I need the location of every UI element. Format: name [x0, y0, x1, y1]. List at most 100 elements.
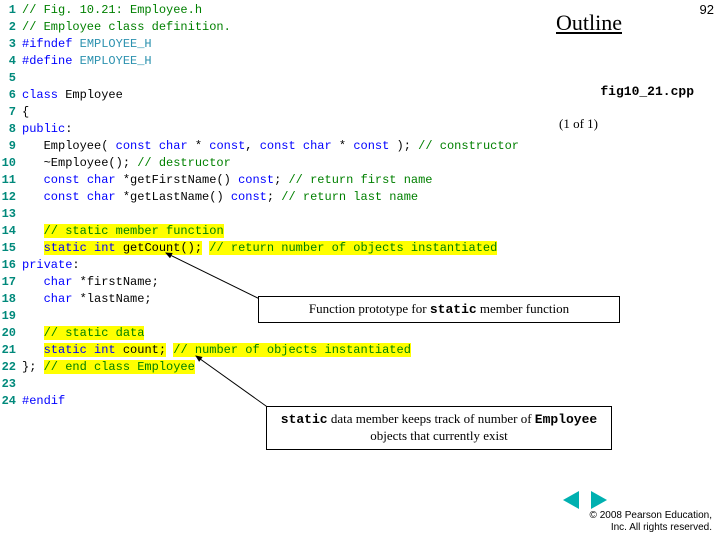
line-content: #define EMPLOYEE_H	[22, 53, 538, 70]
page-number: 92	[700, 2, 714, 17]
line-number: 16	[0, 257, 22, 274]
line-content	[22, 70, 538, 87]
line-content: // Fig. 10.21: Employee.h	[22, 2, 538, 19]
code-token: static	[44, 343, 87, 357]
line-number: 1	[0, 2, 22, 19]
line-content: static int getCount(); // return number …	[22, 240, 538, 257]
code-token: {	[22, 105, 29, 119]
code-line: 10 ~Employee(); // destructor	[0, 155, 538, 172]
line-content: {	[22, 104, 538, 121]
line-content	[22, 206, 538, 223]
code-token	[22, 377, 29, 391]
line-number: 19	[0, 308, 22, 325]
code-token: class	[22, 88, 58, 102]
prev-button[interactable]	[560, 490, 582, 510]
line-number: 10	[0, 155, 22, 172]
code-token: const	[231, 190, 267, 204]
callout2-code1: static	[281, 412, 328, 427]
code-token: getCount();	[116, 241, 202, 255]
line-number: 15	[0, 240, 22, 257]
line-number: 2	[0, 19, 22, 36]
line-number: 7	[0, 104, 22, 121]
code-token: #ifndef	[22, 37, 72, 51]
line-content: const char *getFirstName() const; // ret…	[22, 172, 538, 189]
line-content: #ifndef EMPLOYEE_H	[22, 36, 538, 53]
code-token	[22, 275, 44, 289]
code-line: 2// Employee class definition.	[0, 19, 538, 36]
code-token: EMPLOYEE_H	[80, 54, 152, 68]
line-content: static int count; // number of objects i…	[22, 342, 538, 359]
code-line: 23	[0, 376, 538, 393]
line-number: 24	[0, 393, 22, 410]
code-token: public	[22, 122, 65, 136]
code-line: 4#define EMPLOYEE_H	[0, 53, 538, 70]
code-line: 7{	[0, 104, 538, 121]
code-token: int	[94, 241, 116, 255]
triangle-right-icon	[591, 491, 607, 509]
line-content: // static member function	[22, 223, 538, 240]
line-number: 9	[0, 138, 22, 155]
code-token: const	[116, 139, 152, 153]
outline-title: Outline	[556, 10, 622, 36]
code-token: ;	[267, 190, 281, 204]
code-token	[22, 241, 44, 255]
code-line: 1// Fig. 10.21: Employee.h	[0, 2, 538, 19]
code-token: char	[87, 173, 116, 187]
slide: 1// Fig. 10.21: Employee.h2// Employee c…	[0, 0, 720, 540]
code-token: :	[65, 122, 72, 136]
code-token	[80, 190, 87, 204]
line-number: 23	[0, 376, 22, 393]
code-token: const	[353, 139, 389, 153]
code-token: // constructor	[418, 139, 519, 153]
footer-line1: © 2008 Pearson Education,	[590, 510, 712, 522]
code-token: #endif	[22, 394, 65, 408]
code-line: 16private:	[0, 257, 538, 274]
code-line: 5	[0, 70, 538, 87]
code-token: const	[238, 173, 274, 187]
line-content: char *firstName;	[22, 274, 538, 291]
code-line: 15 static int getCount(); // return numb…	[0, 240, 538, 257]
code-token: };	[22, 360, 44, 374]
code-token: *getLastName()	[116, 190, 231, 204]
code-token: count;	[116, 343, 166, 357]
code-token: *lastName;	[72, 292, 151, 306]
caption-filename: fig10_21.cpp	[600, 84, 694, 99]
line-content: const char *getLastName() const; // retu…	[22, 189, 538, 206]
code-token: static	[44, 241, 87, 255]
callout2-code2: Employee	[535, 412, 597, 427]
code-token: char	[303, 139, 332, 153]
code-token: // Fig. 10.21: Employee.h	[22, 3, 202, 17]
line-number: 3	[0, 36, 22, 53]
code-token: ,	[245, 139, 259, 153]
code-token	[296, 139, 303, 153]
code-line: 8public:	[0, 121, 538, 138]
code-token: const	[44, 190, 80, 204]
caption-part: (1 of 1)	[559, 116, 598, 132]
code-token: private	[22, 258, 72, 272]
line-number: 18	[0, 291, 22, 308]
line-number: 22	[0, 359, 22, 376]
code-token: );	[389, 139, 418, 153]
callout1-code: static	[430, 302, 477, 317]
code-line: 14 // static member function	[0, 223, 538, 240]
line-content: Employee( const char * const, const char…	[22, 138, 538, 155]
line-content: ~Employee(); // destructor	[22, 155, 538, 172]
code-line: 17 char *firstName;	[0, 274, 538, 291]
callout-static-data: static data member keeps track of number…	[266, 406, 612, 450]
code-token	[22, 224, 44, 238]
code-line: 9 Employee( const char * const, const ch…	[0, 138, 538, 155]
code-token: *getFirstName()	[116, 173, 238, 187]
code-token: *	[188, 139, 210, 153]
code-token: // return last name	[281, 190, 418, 204]
callout-static-function: Function prototype for static member fun…	[258, 296, 620, 323]
code-token	[152, 139, 159, 153]
code-line: 11 const char *getFirstName() const; // …	[0, 172, 538, 189]
next-button[interactable]	[588, 490, 610, 510]
code-token	[22, 173, 44, 187]
code-token	[80, 173, 87, 187]
code-token: // end class Employee	[44, 360, 195, 374]
line-content	[22, 376, 538, 393]
code-token	[22, 326, 44, 340]
code-token: char	[44, 292, 73, 306]
line-number: 21	[0, 342, 22, 359]
